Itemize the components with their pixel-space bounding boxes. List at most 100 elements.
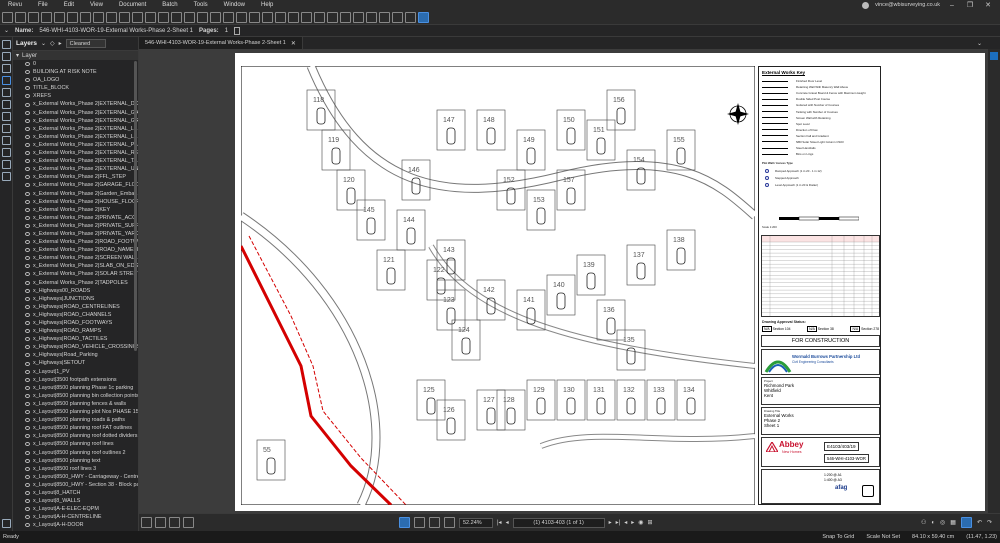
menu-help[interactable]: Help	[253, 2, 281, 8]
layer-item[interactable]: x_Layout|8500 planning roof outlines 2	[13, 449, 138, 457]
eye-icon[interactable]	[25, 296, 30, 301]
grid-icon[interactable]	[275, 11, 286, 23]
active-tool-icon[interactable]	[960, 517, 972, 528]
layer-item[interactable]: TITLE_BLOCK	[13, 84, 138, 92]
eye-icon[interactable]	[25, 450, 30, 455]
layer-item[interactable]: x_External Works_Phase 2|EXTERNAL_LE...	[13, 125, 138, 133]
layer-root-collapse-icon[interactable]: ▾	[16, 52, 19, 59]
compare-icon[interactable]	[262, 11, 273, 23]
layer-options-icon[interactable]: ▸	[59, 40, 62, 47]
next-page-icon[interactable]: ▸	[609, 519, 612, 526]
count-tool-icon[interactable]	[197, 11, 208, 23]
minimize-icon[interactable]: –	[946, 2, 958, 9]
layer-item[interactable]: x_Highways00_ROADS	[13, 287, 138, 295]
layer-item[interactable]: x_Layout|8500 planning fences & walls	[13, 400, 138, 408]
eye-icon[interactable]	[25, 393, 30, 398]
thumbnails-icon[interactable]	[2, 40, 11, 49]
redo-icon[interactable]: ↷	[987, 519, 992, 526]
layer-item[interactable]: BUILDING AT RISK NOTE	[13, 68, 138, 76]
eye-icon[interactable]	[25, 191, 30, 196]
layer-item[interactable]: x_Highways|Road_Parking	[13, 351, 138, 359]
layer-item[interactable]: x_Layout|8500 roof lines 3	[13, 465, 138, 473]
eraser-tool-icon[interactable]	[28, 11, 39, 23]
eye-icon[interactable]	[25, 288, 30, 293]
eye-icon[interactable]	[25, 86, 30, 91]
sketch-tool-icon[interactable]	[327, 11, 338, 23]
line-tool-icon[interactable]	[41, 11, 52, 23]
ellipse-tool-icon[interactable]	[67, 11, 78, 23]
layer-item[interactable]: x_Layout|8500 planning plot Nos PHASE 15	[13, 408, 138, 416]
layer-item[interactable]: x_External Works_Phase 2|SCREEN WALL	[13, 254, 138, 262]
prev-page-icon[interactable]: ◂	[506, 519, 509, 526]
arrow-tool-icon[interactable]	[145, 11, 156, 23]
pin-tool-icon[interactable]	[418, 11, 429, 23]
eye-icon[interactable]	[25, 369, 30, 374]
layer-item[interactable]: x_External Works_Phase 2|KEY	[13, 206, 138, 214]
eye-icon[interactable]	[25, 401, 30, 406]
pan-tool-icon[interactable]	[399, 517, 410, 528]
layer-item[interactable]: x_External Works_Phase 2|PRIVATE_SURF...	[13, 222, 138, 230]
layer-item[interactable]: x_External Works_Phase 2|EXTERNAL_GA...	[13, 109, 138, 117]
pen-tool-icon[interactable]	[2, 11, 13, 23]
spaces-icon[interactable]	[2, 172, 11, 181]
last-page-icon[interactable]: ▸|	[616, 519, 621, 526]
select-tool-icon[interactable]	[414, 517, 425, 528]
user-icon[interactable]	[862, 1, 870, 9]
eye-icon[interactable]	[25, 523, 30, 528]
stamp-tool-icon[interactable]	[210, 11, 221, 23]
layer-item[interactable]: x_Highways|SETOUT	[13, 359, 138, 367]
eye-icon[interactable]	[25, 94, 30, 99]
search-icon[interactable]	[2, 148, 11, 157]
layer-item[interactable]: x_Layout|A-H-DOOR	[13, 521, 138, 529]
right-panel-toggle-icon[interactable]	[990, 52, 998, 60]
scale-note[interactable]: Scale Not Set	[866, 534, 900, 540]
layer-item[interactable]: x_Layout|3500 footpath extensions	[13, 376, 138, 384]
eye-icon[interactable]	[25, 175, 30, 180]
layer-item[interactable]: x_Layout|8500 planning Phase 1c parking	[13, 384, 138, 392]
eye-icon[interactable]	[25, 240, 30, 245]
compare-documents-icon[interactable]: ⊞	[647, 519, 652, 526]
menu-tools[interactable]: Tools	[186, 2, 216, 8]
eye-icon[interactable]	[25, 353, 30, 358]
right-scrollbar[interactable]	[988, 49, 1000, 513]
document-tab[interactable]: 546-WHI-4103-WOR-19-External Works-Phase…	[139, 37, 303, 49]
rectangle-tool-icon[interactable]	[54, 11, 65, 23]
menu-document[interactable]: Document	[111, 2, 154, 8]
layer-item[interactable]: x_Layout|1_PV	[13, 368, 138, 376]
eye-icon[interactable]	[25, 515, 30, 520]
eye-icon[interactable]	[25, 507, 30, 512]
page-icon[interactable]	[234, 26, 241, 35]
note-icon[interactable]	[405, 11, 416, 23]
layer-root-row[interactable]: ▾ Layer	[13, 51, 138, 60]
eye-icon[interactable]	[25, 142, 30, 147]
layer-item[interactable]: x_Highways|ROAD_CHANNELS	[13, 311, 138, 319]
layer-item[interactable]: x_Layout|A-E-ELEC-EQPM	[13, 505, 138, 513]
menu-edit[interactable]: Edit	[56, 2, 82, 8]
layer-item[interactable]: x_External Works_Phase 2|PRIVATE_YARD...	[13, 230, 138, 238]
eye-icon[interactable]	[25, 385, 30, 390]
layer-item[interactable]: x_Layout|8500_HWY - Section 38 - Block p…	[13, 481, 138, 489]
layer-item[interactable]: x_Layout|8500 planning roof FAT outlines	[13, 424, 138, 432]
layer-item[interactable]: x_Layout|8_HATCH	[13, 489, 138, 497]
eye-icon[interactable]	[25, 62, 30, 67]
eye-icon[interactable]	[25, 458, 30, 463]
markups-list-icon[interactable]	[2, 519, 11, 528]
layer-item[interactable]: 0	[13, 60, 138, 68]
document-canvas[interactable]: 118 119 120 121 122 123 124 125 126 127 128 129 130 1…	[139, 49, 988, 513]
layer-item[interactable]: x_External Works_Phase 2|EXTERNAL_GR...	[13, 117, 138, 125]
layer-item[interactable]: x_External Works_Phase 2|FFL_STEP	[13, 173, 138, 181]
eye-icon[interactable]	[25, 110, 30, 115]
layer-item[interactable]: x_External Works_Phase 2|ROAD_NAMEPL...	[13, 246, 138, 254]
warning-icon[interactable]	[392, 11, 403, 23]
eye-icon[interactable]	[25, 159, 30, 164]
image-tool-icon[interactable]	[119, 11, 130, 23]
layer-item[interactable]: x_Highways|ROAD_TACTILES	[13, 335, 138, 343]
eye-icon[interactable]	[25, 264, 30, 269]
eye-icon[interactable]	[25, 377, 30, 382]
polyline-tool-icon[interactable]	[340, 11, 351, 23]
eye-icon[interactable]	[25, 499, 30, 504]
eye-icon[interactable]	[25, 126, 30, 131]
eye-icon[interactable]	[25, 474, 30, 479]
zoom-level[interactable]: 52.24%	[459, 517, 493, 528]
area-tool-icon[interactable]	[171, 11, 182, 23]
